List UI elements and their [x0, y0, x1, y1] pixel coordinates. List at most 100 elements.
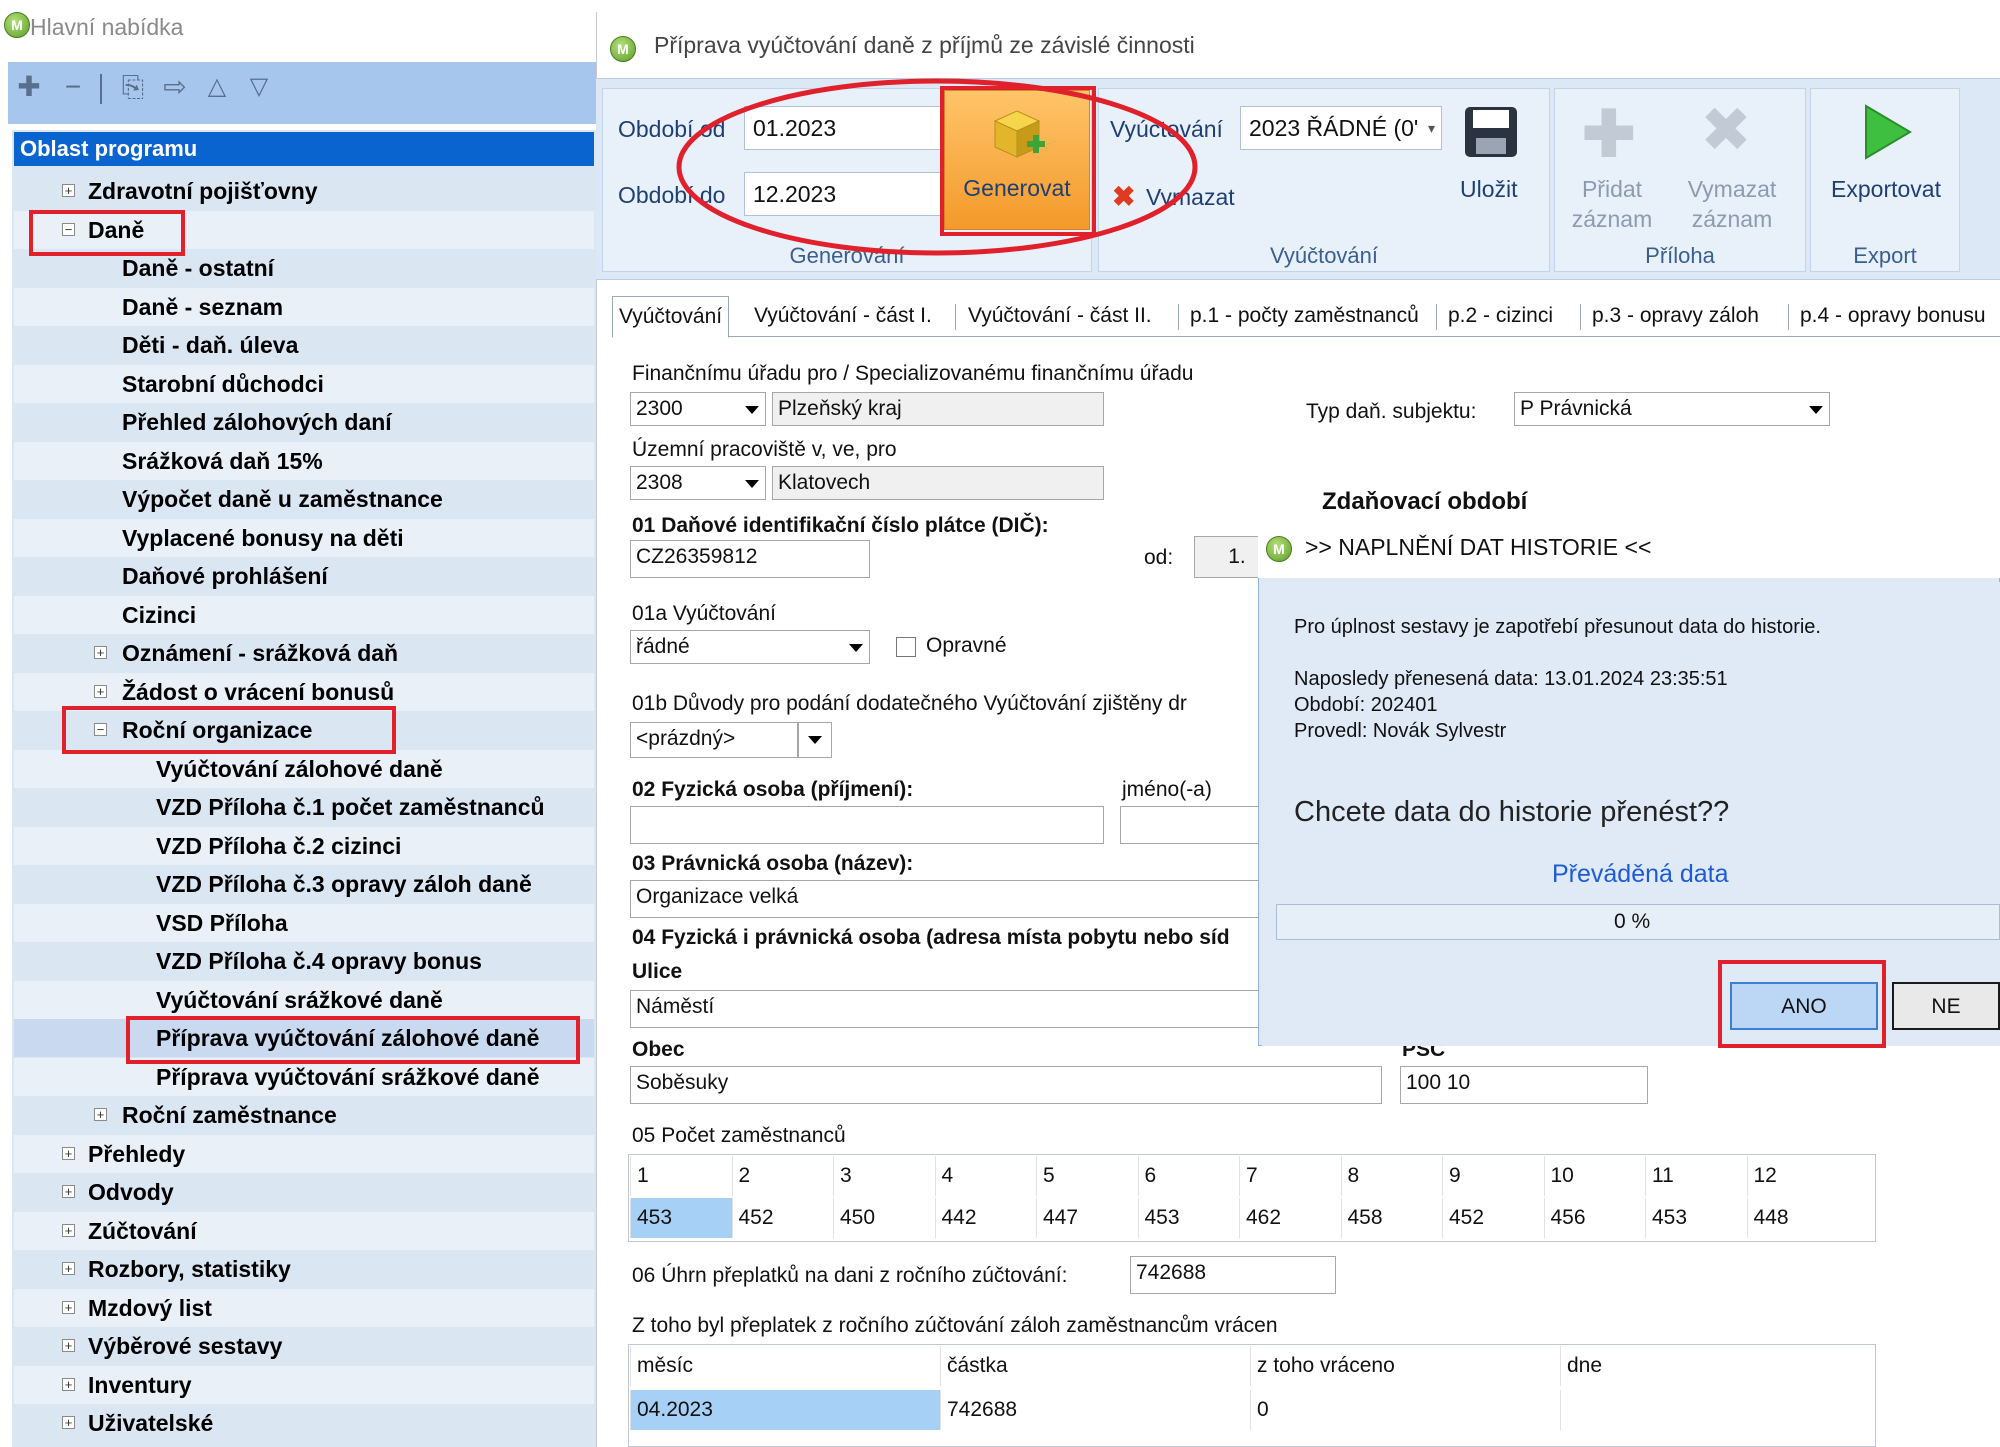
vymazat-zaznam-label-1[interactable]: Vymazat	[1676, 176, 1788, 203]
pridat-label-2[interactable]: záznam	[1562, 206, 1662, 233]
expand-icon[interactable]: +	[62, 1185, 75, 1198]
pocet-value-cell[interactable]: 458	[1340, 1198, 1443, 1238]
tab-vyuctovani-cast-2[interactable]: Vyúčtování - část II.	[962, 296, 1158, 336]
tree-item[interactable]: − Daně	[14, 210, 594, 249]
tree-item[interactable]: + Přehledy	[14, 1134, 594, 1173]
tree-item[interactable]: Daňové prohlášení	[14, 557, 594, 595]
duvody-select[interactable]: <prázdný>	[630, 722, 798, 758]
tab-vyuctovani-cast-1[interactable]: Vyúčtování - část I.	[748, 296, 938, 336]
pocet-value-cell[interactable]: 453	[630, 1198, 732, 1238]
expand-icon[interactable]: +	[62, 184, 75, 197]
tab-vyuctovani[interactable]: Vyúčtování	[612, 296, 730, 338]
tree-item[interactable]: VZD Příloha č.3 opravy záloh daně	[14, 865, 594, 903]
tree-item[interactable]: Vyúčtování srážkové daně	[14, 980, 594, 1019]
tree-item[interactable]: + Zdravotní pojišťovny	[14, 172, 594, 210]
po-input[interactable]: Organizace velká	[630, 880, 1260, 918]
ne-button[interactable]: NE	[1892, 982, 2000, 1030]
tree-item[interactable]: + Mzdový list	[14, 1288, 594, 1327]
vyuctovani-select[interactable]: 2023 ŘÁDNÉ (0' ▾	[1240, 106, 1442, 150]
opravne-checkbox[interactable]	[896, 637, 916, 657]
expand-icon[interactable]: +	[94, 684, 107, 698]
tree-item[interactable]: − Roční organizace	[14, 711, 594, 749]
ztoho-value-cell[interactable]: 04.2023	[630, 1390, 940, 1430]
move-down-icon[interactable]: ▽	[244, 72, 274, 102]
vyuctovani-01a-select[interactable]: řádné	[630, 630, 870, 664]
pocet-value-cell[interactable]: 450	[833, 1198, 935, 1238]
uzemni-code-select[interactable]: 2308	[630, 466, 766, 500]
pocet-value-cell[interactable]: 453	[1137, 1198, 1240, 1238]
collapse-icon[interactable]: −	[94, 723, 107, 736]
tree-item[interactable]: + Uživatelské	[14, 1404, 594, 1442]
pocet-value-cell[interactable]: 462	[1239, 1198, 1341, 1238]
import-icon[interactable]: ⎘	[118, 72, 148, 102]
tree-item[interactable]: + Roční zaměstnance	[14, 1096, 594, 1134]
collapse-icon[interactable]: −	[62, 222, 75, 236]
pocet-value-cell[interactable]: 452	[1442, 1198, 1544, 1238]
export-icon[interactable]: ⇨	[160, 72, 190, 102]
expand-icon[interactable]: +	[62, 1146, 75, 1160]
fo-input[interactable]	[630, 806, 1104, 844]
ulozit-button[interactable]: Uložit	[1460, 176, 1518, 203]
tree-item[interactable]: + Rozbory, statistiky	[14, 1250, 594, 1288]
ztoho-value-cell[interactable]: 742688	[940, 1390, 1250, 1430]
od-field[interactable]: 1.	[1194, 536, 1264, 578]
pocet-value-cell[interactable]: 452	[731, 1198, 834, 1238]
expand-icon[interactable]: +	[62, 1300, 75, 1314]
expand-icon[interactable]: +	[62, 1262, 75, 1275]
save-icon[interactable]	[1462, 104, 1520, 160]
tree-item[interactable]: Vyplacené bonusy na děti	[14, 518, 594, 557]
jmeno-input[interactable]	[1120, 806, 1260, 844]
expand-icon[interactable]: +	[62, 1339, 75, 1352]
tab-p2-cizinci[interactable]: p.2 - cizinci	[1442, 296, 1559, 336]
tree-item[interactable]: VSD Příloha	[14, 903, 594, 942]
play-export-icon[interactable]	[1862, 104, 1912, 165]
tree-item[interactable]: + Žádost o vrácení bonusů	[14, 672, 594, 711]
tree-item[interactable]: + Odvody	[14, 1173, 594, 1211]
tree-item[interactable]: Srážková daň 15%	[14, 441, 594, 480]
dic-input[interactable]: CZ26359812	[630, 540, 870, 578]
tree-item[interactable]: Daně - ostatní	[14, 249, 594, 287]
tab-p3-opravy-zaloh[interactable]: p.3 - opravy záloh	[1586, 296, 1765, 336]
ztoho-value-cell[interactable]: 0	[1250, 1390, 1560, 1430]
tree-item[interactable]: + Inventury	[14, 1365, 594, 1404]
tree-item[interactable]: Daně - seznam	[14, 287, 594, 326]
tree-item[interactable]: + Oznámení - srážková daň	[14, 634, 594, 672]
pocet-value-cell[interactable]: 447	[1036, 1198, 1138, 1238]
exportovat-button[interactable]: Exportovat	[1818, 176, 1954, 203]
pocet-value-cell[interactable]: 456	[1543, 1198, 1646, 1238]
expand-icon[interactable]: +	[94, 1108, 107, 1121]
tab-p4-opravy-bonusu[interactable]: p.4 - opravy bonusu	[1794, 296, 1992, 336]
vymazat-zaznam-label-2[interactable]: záznam	[1676, 206, 1788, 233]
psc-input[interactable]: 100 10	[1400, 1066, 1648, 1104]
expand-icon[interactable]: +	[94, 646, 107, 659]
expand-all-icon[interactable]: ✚	[14, 72, 44, 102]
expand-icon[interactable]: +	[62, 1377, 75, 1391]
collapse-all-icon[interactable]: −	[58, 72, 88, 102]
ano-button[interactable]: ANO	[1730, 982, 1878, 1030]
tree-item[interactable]: VZD Příloha č.1 počet zaměstnanců	[14, 788, 594, 826]
tree-item[interactable]: + Zúčtování	[14, 1211, 594, 1250]
tree-item[interactable]: VZD Příloha č.2 cizinci	[14, 826, 594, 865]
typ-select[interactable]: P Právnická	[1514, 392, 1830, 426]
tree-item[interactable]: VZD Příloha č.4 opravy bonus	[14, 942, 594, 980]
expand-icon[interactable]: +	[62, 1223, 75, 1237]
pocet-value-cell[interactable]: 448	[1746, 1198, 1849, 1238]
ztoho-value-cell[interactable]	[1560, 1390, 1870, 1430]
obec-input[interactable]: Soběsuky	[630, 1066, 1382, 1104]
tree-item[interactable]: Vyúčtování zálohové daně	[14, 749, 594, 788]
move-up-icon[interactable]: △	[202, 72, 232, 102]
uhrn-input[interactable]: 742688	[1130, 1256, 1336, 1294]
pocet-value-cell[interactable]: 453	[1645, 1198, 1747, 1238]
fu-code-select[interactable]: 2300	[630, 392, 766, 426]
duvody-dropdown-button[interactable]	[798, 722, 832, 758]
tree-item[interactable]: + Výběrové sestavy	[14, 1327, 594, 1365]
pridat-label-1[interactable]: Přidat	[1562, 176, 1662, 203]
tree-item[interactable]: Cizinci	[14, 595, 594, 634]
tree-item[interactable]: Výpočet daně u zaměstnance	[14, 480, 594, 518]
tab-p1-pocty[interactable]: p.1 - počty zaměstnanců	[1184, 296, 1425, 336]
expand-icon[interactable]: +	[62, 1416, 75, 1429]
tree-item[interactable]: Děti - daň. úleva	[14, 326, 594, 364]
tree-item[interactable]: Starobní důchodci	[14, 364, 594, 403]
tree-item[interactable]: Příprava vyúčtování zálohové daně	[14, 1019, 594, 1057]
ulice-input[interactable]: Náměstí	[630, 990, 1260, 1028]
